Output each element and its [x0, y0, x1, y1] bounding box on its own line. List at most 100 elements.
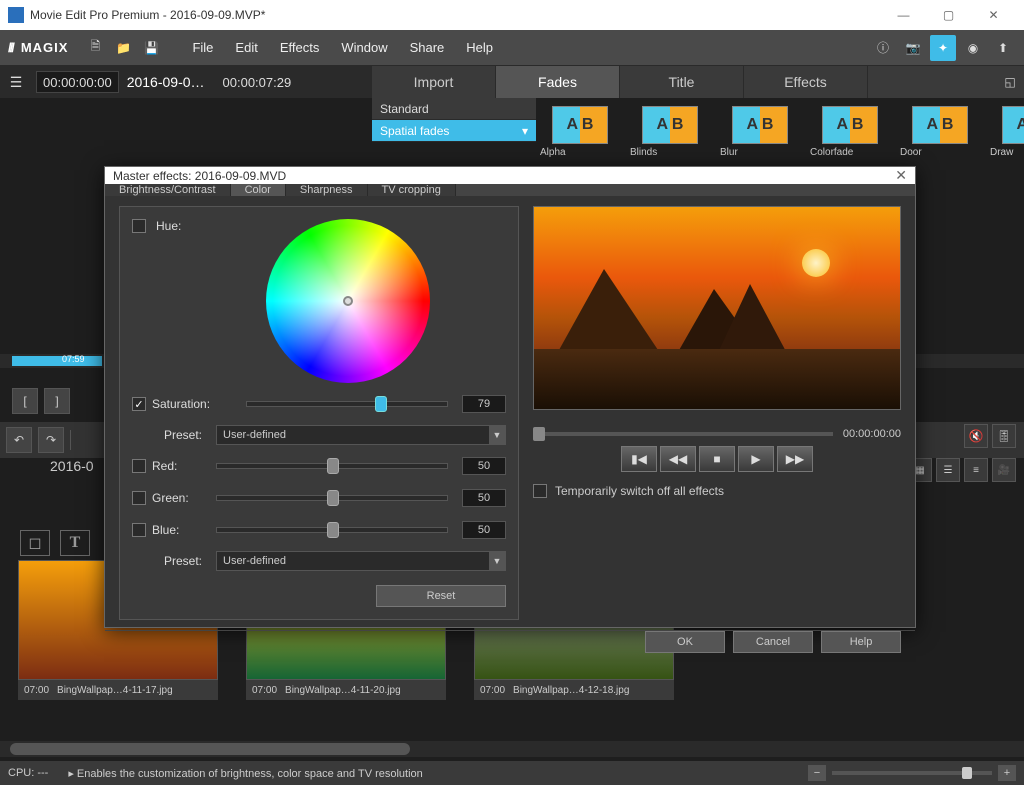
- fade-alpha[interactable]: A BAlpha: [540, 106, 620, 158]
- position-segment[interactable]: [12, 356, 102, 366]
- fade-colorfade[interactable]: A BColorfade: [810, 106, 890, 158]
- menu-edit[interactable]: Edit: [227, 36, 265, 59]
- play-button[interactable]: ▶: [738, 446, 774, 472]
- hue-color-wheel[interactable]: [266, 219, 430, 383]
- app-icon: [8, 7, 24, 23]
- window-titlebar: Movie Edit Pro Premium - 2016-09-09.MVP*…: [0, 0, 1024, 30]
- selection-mode-icon[interactable]: ◻: [20, 530, 50, 556]
- minimize-button[interactable]: —: [881, 0, 926, 30]
- fade-door[interactable]: A BDoor: [900, 106, 980, 158]
- blue-slider[interactable]: [216, 527, 448, 533]
- popout-icon[interactable]: ◱: [996, 66, 1024, 98]
- view-list-icon[interactable]: ☰: [936, 458, 960, 482]
- tab-brightness-contrast[interactable]: Brightness/Contrast: [105, 184, 231, 196]
- rgb-preset-dropdown[interactable]: User-defined▼: [216, 551, 506, 571]
- view-timeline-icon[interactable]: ≡: [964, 458, 988, 482]
- tab-fades[interactable]: Fades: [496, 66, 620, 98]
- preset-label-1: Preset:: [132, 428, 202, 442]
- green-value[interactable]: 50: [462, 489, 506, 507]
- ok-button[interactable]: OK: [645, 631, 725, 653]
- green-checkbox[interactable]: [132, 491, 146, 505]
- fades-cat-spatial[interactable]: Spatial fades▾: [372, 120, 536, 142]
- tab-effects[interactable]: Effects: [744, 66, 868, 98]
- menu-window[interactable]: Window: [333, 36, 395, 59]
- maximize-button[interactable]: ▢: [926, 0, 971, 30]
- view-camera-icon[interactable]: 🎥: [992, 458, 1016, 482]
- color-controls-panel: Hue: Saturation: 79 Preset: User-defined…: [119, 206, 519, 620]
- effects-shortcut-icon[interactable]: ✦: [930, 35, 956, 61]
- export-icon[interactable]: ⬆: [990, 35, 1016, 61]
- save-icon[interactable]: 💾: [140, 37, 162, 59]
- close-button[interactable]: ✕: [971, 0, 1016, 30]
- help-button[interactable]: Help: [821, 631, 901, 653]
- fade-blur[interactable]: A BBlur: [720, 106, 800, 158]
- tab-color[interactable]: Color: [231, 184, 286, 196]
- blue-value[interactable]: 50: [462, 521, 506, 539]
- fast-forward-button[interactable]: ▶▶: [777, 446, 813, 472]
- tab-sharpness[interactable]: Sharpness: [286, 184, 368, 196]
- red-value[interactable]: 50: [462, 457, 506, 475]
- undo-icon[interactable]: ↶: [6, 427, 32, 453]
- red-slider[interactable]: [216, 463, 448, 469]
- menu-help[interactable]: Help: [458, 36, 501, 59]
- fade-draw[interactable]: A BDraw: [990, 106, 1024, 158]
- stop-button[interactable]: ■: [699, 446, 735, 472]
- open-folder-icon[interactable]: 📁: [112, 37, 134, 59]
- tab-title[interactable]: Title: [620, 66, 744, 98]
- position-label: 07:59: [62, 354, 85, 364]
- saturation-preset-dropdown[interactable]: User-defined▼: [216, 425, 506, 445]
- chevron-down-icon: ▾: [522, 124, 528, 138]
- zoom-out-button[interactable]: −: [808, 765, 826, 781]
- green-slider[interactable]: [216, 495, 448, 501]
- menu-effects[interactable]: Effects: [272, 36, 328, 59]
- preview-seek-slider[interactable]: [533, 432, 833, 436]
- rewind-button[interactable]: ◀◀: [660, 446, 696, 472]
- disc-icon[interactable]: ◉: [960, 35, 986, 61]
- saturation-value[interactable]: 79: [462, 395, 506, 413]
- view-controls-bottom: ▦ ☰ ≡ 🎥: [908, 458, 1016, 482]
- redo-icon[interactable]: ↷: [38, 427, 64, 453]
- view-controls-top: 🔇 🎚: [964, 424, 1016, 448]
- zoom-slider[interactable]: [832, 771, 992, 775]
- cpu-status: CPU: ---: [8, 767, 48, 779]
- cancel-button[interactable]: Cancel: [733, 631, 813, 653]
- zoom-in-button[interactable]: +: [998, 765, 1016, 781]
- fade-blinds[interactable]: A BBlinds: [630, 106, 710, 158]
- menu-share[interactable]: Share: [402, 36, 453, 59]
- saturation-label: Saturation:: [152, 397, 232, 411]
- saturation-slider[interactable]: [246, 401, 448, 407]
- clip-filename: BingWallpap…4-12-18.jpg: [513, 685, 629, 696]
- hue-checkbox[interactable]: [132, 219, 146, 233]
- tab-import[interactable]: Import: [372, 66, 496, 98]
- new-file-icon[interactable]: 🗎: [84, 37, 106, 59]
- chevron-down-icon: ▼: [489, 426, 505, 444]
- skip-start-button[interactable]: ▮◀: [621, 446, 657, 472]
- tab-tv-cropping[interactable]: TV cropping: [368, 184, 456, 196]
- timecode-start[interactable]: 00:00:00:00: [36, 71, 119, 93]
- hamburger-icon[interactable]: ☰: [0, 74, 32, 91]
- hue-picker-dot[interactable]: [343, 296, 353, 306]
- blue-checkbox[interactable]: [132, 523, 146, 537]
- main-toolbar: MAGIX 🗎 📁 💾 File Edit Effects Window Sha…: [0, 30, 1024, 66]
- title-mode-icon[interactable]: T: [60, 530, 90, 556]
- effects-off-label: Temporarily switch off all effects: [555, 484, 724, 498]
- window-title: Movie Edit Pro Premium - 2016-09-09.MVP*: [30, 8, 881, 22]
- mute-icon[interactable]: 🔇: [964, 424, 988, 448]
- effects-off-checkbox[interactable]: [533, 484, 547, 498]
- saturation-checkbox[interactable]: [132, 397, 146, 411]
- red-checkbox[interactable]: [132, 459, 146, 473]
- project-name: 2016-09-0…: [119, 74, 213, 90]
- bracket-out-icon[interactable]: ]: [44, 388, 70, 414]
- camera-icon[interactable]: 📷: [900, 35, 926, 61]
- status-bar: CPU: --- ▸ Enables the customization of …: [0, 761, 1024, 785]
- info-icon[interactable]: ⓘ: [870, 35, 896, 61]
- mixer-icon[interactable]: 🎚: [992, 424, 1016, 448]
- reset-button[interactable]: Reset: [376, 585, 506, 607]
- dialog-close-button[interactable]: ✕: [895, 167, 907, 184]
- bracket-in-icon[interactable]: [: [12, 388, 38, 414]
- fades-thumbnails: A BAlpha A BBlinds A BBlur A BColorfade …: [540, 106, 1016, 158]
- fades-cat-standard[interactable]: Standard: [372, 98, 536, 120]
- menu-file[interactable]: File: [184, 36, 221, 59]
- horizontal-scroll[interactable]: [0, 741, 1024, 757]
- clip-filename: BingWallpap…4-11-17.jpg: [57, 685, 173, 696]
